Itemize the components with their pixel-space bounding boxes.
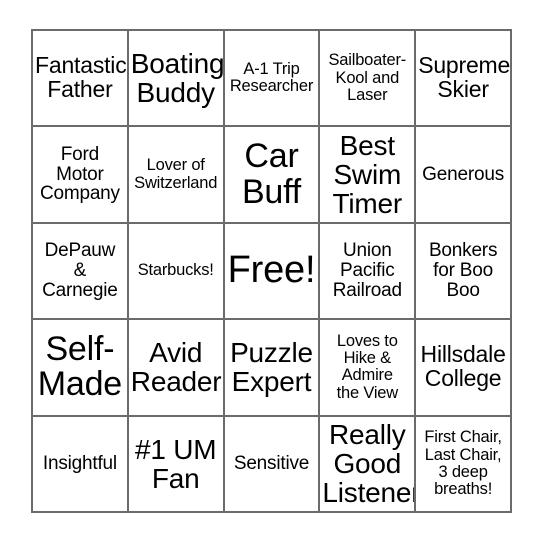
bingo-cell-label: Sailboater- Kool and Laser — [328, 51, 407, 104]
bingo-cell[interactable]: Sailboater- Kool and Laser — [320, 31, 417, 128]
bingo-cell[interactable]: Insightful — [33, 416, 129, 513]
bingo-cell-label: Starbucks! — [137, 261, 214, 280]
bingo-cell[interactable]: Hillsdale College — [416, 320, 512, 417]
bingo-cell-label: Best Swim Timer — [332, 129, 403, 220]
bingo-cell[interactable]: Bonkers for Boo Boo — [416, 223, 512, 321]
bingo-cell[interactable]: Loves to Hike & Admire the View — [320, 320, 417, 417]
bingo-cell-label: Generous — [422, 163, 505, 185]
bingo-cell[interactable]: Starbucks! — [128, 223, 225, 321]
bingo-cell[interactable]: Supreme Skier — [416, 31, 512, 128]
bingo-cell-label: Hillsdale College — [420, 341, 506, 392]
bingo-cell[interactable]: Generous — [416, 127, 512, 224]
bingo-cell[interactable]: #1 UM Fan — [128, 416, 225, 513]
bingo-cell-label: Bonkers for Boo Boo — [428, 240, 498, 301]
bingo-cell[interactable]: Avid Reader — [128, 320, 225, 417]
bingo-cell[interactable]: Fantastic Father — [33, 31, 129, 128]
bingo-cell[interactable]: Really Good Listener — [320, 416, 417, 513]
bingo-cell-label: First Chair, Last Chair, 3 deep breaths! — [424, 428, 502, 498]
bingo-cell[interactable]: DePauw & Carnegie — [33, 223, 129, 321]
bingo-cell-label: Ford Motor Company — [39, 143, 120, 205]
bingo-cell[interactable]: Union Pacific Railroad — [320, 223, 417, 321]
bingo-cell-label: Supreme Skier — [418, 52, 511, 103]
bingo-cell[interactable]: Ford Motor Company — [33, 127, 129, 224]
bingo-cell-label: Lover of Switzerland — [134, 156, 218, 192]
bingo-cell-label: Car Buff — [241, 137, 302, 211]
bingo-cell-label: Boating Buddy — [130, 48, 225, 109]
bingo-cell-label: Fantastic Father — [35, 52, 127, 103]
bingo-cell-label: DePauw & Carnegie — [42, 240, 118, 301]
bingo-cell[interactable]: First Chair, Last Chair, 3 deep breaths! — [416, 416, 512, 513]
bingo-cell[interactable]: Puzzle Expert — [224, 320, 321, 417]
bingo-cell[interactable]: Boating Buddy — [128, 31, 225, 128]
bingo-cell[interactable]: Sensitive — [224, 416, 321, 513]
bingo-cell-label: Puzzle Expert — [230, 337, 313, 398]
bingo-cell-free[interactable]: Free! — [224, 223, 321, 321]
bingo-cell[interactable]: Car Buff — [224, 127, 321, 224]
bingo-cell-label: Self- Made — [37, 330, 123, 404]
bingo-cell-label: Insightful — [42, 452, 117, 474]
bingo-cell-label: Union Pacific Railroad — [332, 240, 402, 301]
bingo-cell-label: A-1 Trip Researcher — [229, 60, 314, 96]
bingo-cell[interactable]: Best Swim Timer — [320, 127, 417, 224]
bingo-cell-label: Really Good Listener — [322, 419, 417, 509]
bingo-cell[interactable]: A-1 Trip Researcher — [224, 31, 321, 128]
bingo-card: Fantastic Father Boating Buddy A-1 Trip Re… — [31, 29, 512, 513]
bingo-cell-label: Free! — [227, 249, 316, 292]
bingo-cell-label: Avid Reader — [130, 337, 222, 398]
bingo-cell-label: #1 UM Fan — [134, 433, 217, 494]
bingo-cell-label: Sensitive — [233, 452, 310, 474]
bingo-cell-label: Loves to Hike & Admire the View — [336, 332, 399, 402]
bingo-cell[interactable]: Lover of Switzerland — [128, 127, 225, 224]
bingo-cell[interactable]: Self- Made — [33, 320, 129, 417]
